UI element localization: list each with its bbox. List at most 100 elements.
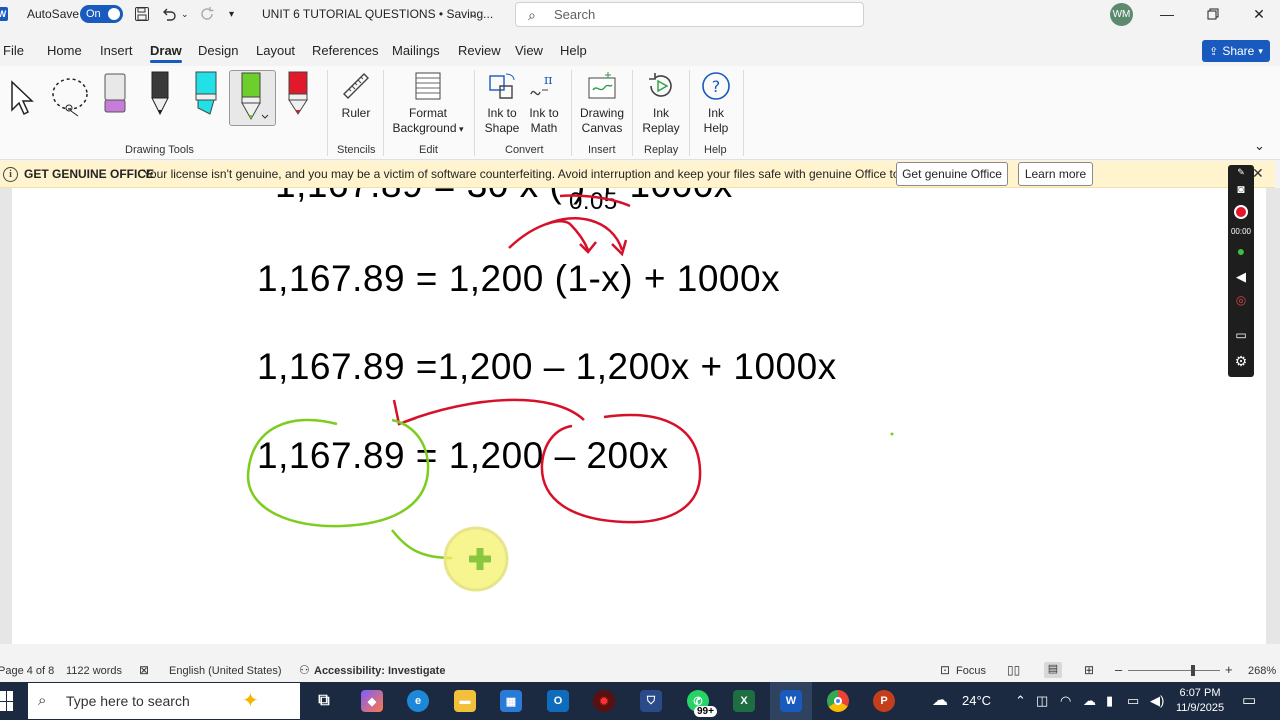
record-icon[interactable]	[1228, 205, 1254, 219]
zoom-out-icon[interactable]: –	[1115, 662, 1122, 677]
battery-icon[interactable]: ▭	[1127, 693, 1139, 709]
word-count[interactable]: 1122 words	[66, 665, 122, 677]
edge-icon[interactable]: e	[407, 690, 429, 712]
tab-layout[interactable]: Layout	[256, 43, 295, 58]
tab-mailings[interactable]: Mailings	[392, 43, 440, 58]
learn-more-button[interactable]: Learn more	[1018, 162, 1093, 186]
read-mode-icon[interactable]: ▯▯	[1007, 663, 1020, 677]
document-page[interactable]: 1,167.89 = 30 x ( ) + 1000x 0.05 1,167.8…	[12, 188, 1266, 644]
word-taskbar-icon[interactable]: W	[780, 690, 802, 712]
title-chevron-down-icon[interactable]: ⌄	[469, 0, 477, 28]
camera-icon[interactable]: ◙	[1228, 182, 1254, 196]
ink-to-math-button[interactable]: π Ink to Math	[524, 70, 564, 136]
speaker-icon[interactable]: ◀	[1228, 269, 1254, 285]
accessibility-icon: ⚇	[299, 663, 310, 677]
share-button[interactable]: ⇪ Share ▾	[1202, 40, 1270, 62]
tray-app-icon[interactable]: ◫	[1036, 693, 1048, 709]
language-status[interactable]: English (United States)	[169, 665, 282, 677]
zoom-slider-thumb[interactable]	[1191, 665, 1195, 676]
accessibility-status[interactable]: Accessibility: Investigate	[314, 665, 445, 677]
zoom-slider-track[interactable]	[1128, 670, 1220, 671]
window-icon[interactable]: ▭	[1228, 328, 1254, 342]
web-layout-icon[interactable]: ⊞	[1084, 663, 1094, 677]
zoom-level[interactable]: 268%	[1248, 665, 1276, 677]
network-icon[interactable]: ◠	[1060, 693, 1071, 709]
chrome-icon[interactable]	[827, 690, 849, 712]
outlook-icon[interactable]: O	[547, 690, 569, 712]
ink-pen-trail-stroke	[391, 529, 453, 560]
pen-red-icon[interactable]	[278, 70, 320, 124]
close-icon[interactable]: ✕	[1236, 0, 1280, 28]
ruler-button[interactable]: Ruler	[336, 70, 376, 121]
tab-insert[interactable]: Insert	[100, 43, 133, 58]
show-hidden-icons-chevron-icon[interactable]: ⌃	[1015, 693, 1026, 709]
settings-gear-icon[interactable]: ⚙	[1228, 353, 1254, 370]
ink-to-shape-label-1: Ink to	[487, 106, 517, 120]
customize-qat-icon[interactable]: ▾	[229, 0, 234, 28]
file-explorer-icon[interactable]: ▬	[454, 690, 476, 712]
temperature[interactable]: 24°C	[962, 693, 991, 708]
tab-file[interactable]: File	[3, 43, 24, 58]
pencil-black-icon[interactable]	[140, 70, 182, 124]
drawing-canvas-button[interactable]: Drawing Canvas	[578, 70, 626, 136]
ink-replay-button[interactable]: Ink Replay	[640, 70, 682, 136]
focus-button[interactable]: Focus	[956, 665, 986, 677]
tab-design[interactable]: Design	[198, 43, 238, 58]
ink-replay-label-2: Replay	[642, 121, 680, 135]
recorder-pin-icon[interactable]: ✎	[1228, 167, 1254, 178]
copilot-icon[interactable]: ◆	[361, 690, 383, 712]
volume-icon[interactable]: ◀)	[1150, 693, 1164, 709]
defender-icon[interactable]: ⛉	[640, 690, 662, 712]
security-app-icon[interactable]: ✹	[593, 690, 615, 712]
zoom-in-icon[interactable]: +	[1225, 662, 1233, 677]
tab-review[interactable]: Review	[458, 43, 501, 58]
search-input[interactable]: ⌕ Search	[515, 2, 864, 27]
notifications-icon[interactable]: ▭	[1242, 691, 1256, 709]
minimize-icon[interactable]: —	[1144, 0, 1190, 28]
powerpoint-icon[interactable]: P	[873, 690, 895, 712]
format-background-button[interactable]: Format Background ▾	[390, 70, 466, 137]
excel-icon[interactable]: X	[733, 690, 755, 712]
undo-dropdown-icon[interactable]: ⌄	[181, 0, 189, 28]
tab-home[interactable]: Home	[47, 43, 82, 58]
tab-view[interactable]: View	[515, 43, 543, 58]
pen-green-icon[interactable]	[229, 70, 276, 126]
print-layout-icon[interactable]: ▤	[1044, 662, 1062, 678]
task-view-icon[interactable]: ⧉	[313, 690, 335, 712]
highlighter-cyan-icon[interactable]	[186, 70, 228, 124]
equation-line-3: 1,167.89 = 1,200 – 200x	[257, 435, 669, 476]
microphone-icon[interactable]: ●	[1228, 243, 1254, 259]
get-genuine-office-button[interactable]: Get genuine Office	[896, 162, 1008, 186]
onedrive-icon[interactable]: ☁	[1083, 693, 1096, 709]
redo-icon[interactable]	[198, 0, 216, 28]
microphone-tray-icon[interactable]: ▮	[1106, 693, 1113, 709]
proofing-icon[interactable]: ⊠	[139, 663, 149, 677]
undo-icon[interactable]	[161, 0, 177, 28]
avatar[interactable]: WM	[1110, 3, 1133, 26]
collapse-ribbon-chevron-icon[interactable]: ⌄	[1254, 138, 1265, 154]
eraser-icon[interactable]	[95, 70, 137, 124]
select-tool-icon[interactable]	[4, 70, 46, 124]
equation-line-2: 1,167.89 =1,200 – 1,200x + 1000x	[257, 346, 837, 387]
document-title[interactable]: UNIT 6 TUTORIAL QUESTIONS • Saving...	[262, 0, 493, 28]
ink-to-shape-button[interactable]: Ink to Shape	[482, 70, 522, 136]
ink-help-button[interactable]: ? Ink Help	[697, 70, 735, 136]
word-icon[interactable]: W	[0, 7, 8, 21]
save-icon[interactable]	[134, 0, 150, 28]
tab-draw[interactable]: Draw	[150, 43, 182, 63]
microsoft-store-icon[interactable]: ▦	[500, 690, 522, 712]
taskbar-search-input[interactable]: ⌕ Type here to search ✦	[28, 683, 300, 719]
share-icon: ⇪	[1209, 45, 1219, 58]
toggle-knob	[108, 8, 120, 20]
taskbar-clock[interactable]: 6:07 PM 11/9/2025	[1172, 686, 1228, 716]
restore-icon[interactable]	[1190, 0, 1236, 28]
page-count[interactable]: Page 4 of 8	[0, 665, 54, 677]
weather-cloud-icon[interactable]: ☁	[932, 690, 948, 710]
drawing-canvas-icon	[588, 72, 616, 99]
autosave-toggle[interactable]: On	[80, 5, 123, 23]
tab-help[interactable]: Help	[560, 43, 587, 58]
tab-references[interactable]: References	[312, 43, 378, 58]
lasso-select-icon[interactable]	[48, 70, 90, 124]
windows-start-icon[interactable]	[0, 691, 14, 711]
webcam-icon[interactable]: ◎	[1228, 293, 1254, 307]
